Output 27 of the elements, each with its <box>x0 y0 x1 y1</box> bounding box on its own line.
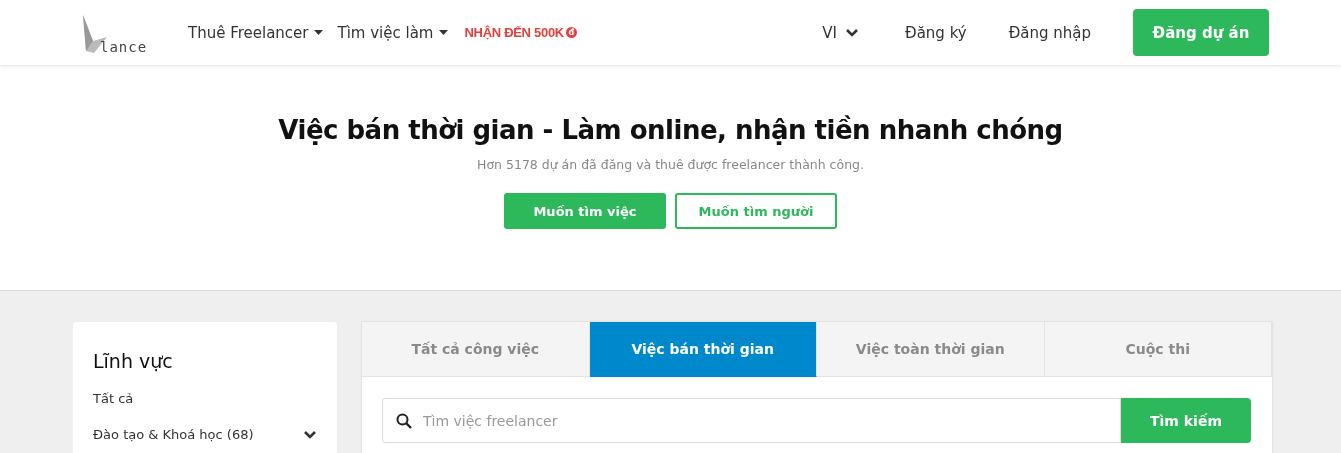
sidebar-title: Lĩnh vực <box>93 350 174 372</box>
category-item[interactable]: Đào tạo & Khoá học (68) <box>93 426 254 442</box>
caret-icon <box>438 30 448 35</box>
tab[interactable]: Việc toàn thời gian <box>817 322 1045 377</box>
tab[interactable]: Cuộc thi <box>1044 322 1272 377</box>
tab[interactable]: Tất cả công việc <box>362 322 590 377</box>
chevron-down-icon <box>845 28 859 37</box>
promo-link[interactable]: NHẬN ĐẾN 500K <box>464 25 564 40</box>
hero-subtitle: Hơn 5178 dự án đã đăng và thuê được freelancer thành công. <box>477 157 864 172</box>
hero-title: Việc bán thời gian - Làm online, nhận tiền nhanh chóng <box>278 115 1063 145</box>
tab[interactable]: Việc bán thời gian <box>589 322 817 377</box>
hero-button[interactable]: Muốn tìm người <box>675 193 837 229</box>
search-button[interactable]: Tìm kiếm <box>1121 398 1251 443</box>
nav-menu[interactable]: Thuê Freelancer <box>188 23 323 42</box>
caret-icon <box>313 30 323 35</box>
hero-button[interactable]: Muốn tìm việc <box>504 193 666 229</box>
search-field[interactable]: Tìm việc freelancer <box>382 398 1121 443</box>
chevron-down-icon <box>303 429 317 439</box>
logo-text: lance <box>100 38 148 55</box>
search-icon <box>396 413 412 429</box>
nav-menu[interactable]: Tìm việc làm <box>337 23 448 42</box>
post-project-button[interactable]: Đăng dự án <box>1133 9 1269 56</box>
auth-link[interactable]: Đăng ký <box>905 23 967 42</box>
currency-badge: đ <box>565 27 577 38</box>
language-selector[interactable]: VI <box>816 22 865 43</box>
category-item[interactable]: Tất cả <box>93 390 134 406</box>
auth-link[interactable]: Đăng nhập <box>1008 23 1091 42</box>
